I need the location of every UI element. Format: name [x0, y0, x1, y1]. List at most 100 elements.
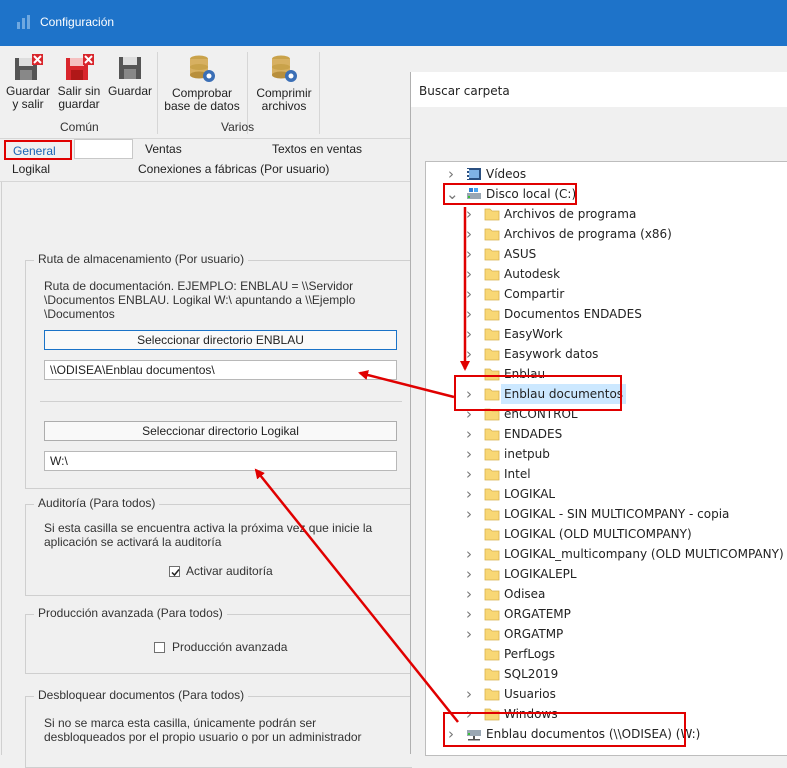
- chevron-right-icon: [464, 664, 474, 684]
- audit-checkbox[interactable]: [169, 566, 180, 577]
- chevron-right-icon[interactable]: ›: [464, 264, 474, 284]
- tree-item[interactable]: › Archivos de programa (x86): [426, 224, 787, 244]
- tree-item-label: inetpub: [504, 447, 550, 461]
- tree-item[interactable]: › Easywork datos: [426, 344, 787, 364]
- chevron-right-icon[interactable]: ›: [464, 224, 474, 244]
- production-checkbox[interactable]: [154, 642, 165, 653]
- chevron-right-icon[interactable]: ›: [464, 284, 474, 304]
- storage-description-line: \Documentos ENBLAU. Logikal W:\ apuntand…: [44, 293, 356, 307]
- tree-item-label: ORGATEMP: [504, 607, 571, 621]
- storage-group: Ruta de almacenamiento (Por usuario) Rut…: [25, 252, 412, 489]
- audit-checkbox-label[interactable]: Activar auditoría: [186, 564, 273, 578]
- folder-icon: [484, 247, 500, 261]
- save-exit-icon: [15, 54, 43, 80]
- unlock-description-line: Si no se marca esta casilla, únicamente …: [44, 716, 317, 730]
- chevron-right-icon[interactable]: ›: [464, 584, 474, 604]
- ribbon-separator: [157, 52, 158, 134]
- save-exit-button[interactable]: Guardar y salir: [4, 54, 52, 111]
- tree-item[interactable]: › LOGIKALEPL: [426, 564, 787, 584]
- tree-item-label: Archivos de programa: [504, 207, 637, 221]
- folder-icon: [484, 567, 500, 581]
- folder-icon: [484, 207, 500, 221]
- tree-item[interactable]: › Compartir: [426, 284, 787, 304]
- settings-tabs: General Ventas Textos en ventas Logikal …: [0, 139, 410, 181]
- tree-item[interactable]: › LOGIKAL - SIN MULTICOMPANY - copia: [426, 504, 787, 524]
- chevron-right-icon[interactable]: ›: [464, 604, 474, 624]
- tree-item[interactable]: › Odisea: [426, 584, 787, 604]
- chevron-right-icon[interactable]: ›: [464, 464, 474, 484]
- chevron-right-icon[interactable]: ›: [464, 424, 474, 444]
- tree-item[interactable]: › ORGATMP: [426, 624, 787, 644]
- tree-item-label: ORGATMP: [504, 627, 564, 641]
- tree-item[interactable]: › Archivos de programa: [426, 204, 787, 224]
- tab-conexiones[interactable]: Conexiones a fábricas (Por usuario): [138, 162, 329, 176]
- exit-no-save-button[interactable]: Salir sin guardar: [54, 54, 104, 111]
- group-label-varios: Varios: [221, 120, 255, 134]
- tree-item[interactable]: › LOGIKAL_multicompany (OLD MULTICOMPANY): [426, 544, 787, 564]
- audit-legend: Auditoría (Para todos): [34, 496, 160, 510]
- production-group: Producción avanzada (Para todos) Producc…: [25, 606, 412, 674]
- chevron-right-icon[interactable]: ›: [464, 344, 474, 364]
- folder-icon: [484, 307, 500, 321]
- chevron-right-icon[interactable]: ›: [464, 624, 474, 644]
- save-label: Guardar: [107, 84, 153, 98]
- app-icon: [17, 15, 30, 29]
- chevron-right-icon[interactable]: ›: [464, 504, 474, 524]
- tree-item[interactable]: › Vídeos: [426, 164, 787, 184]
- annotation-box-enblau-documentos: [454, 375, 622, 411]
- chevron-right-icon[interactable]: ›: [446, 164, 456, 184]
- ribbon-separator: [319, 52, 320, 134]
- tree-item[interactable]: › ORGATEMP: [426, 604, 787, 624]
- chevron-right-icon[interactable]: ›: [464, 564, 474, 584]
- folder-icon: [484, 547, 500, 561]
- tree-item-label: Archivos de programa (x86): [504, 227, 672, 241]
- tree-item[interactable]: LOGIKAL (OLD MULTICOMPANY): [426, 524, 787, 544]
- tree-item[interactable]: › Autodesk: [426, 264, 787, 284]
- tree-item[interactable]: PerfLogs: [426, 644, 787, 664]
- enblau-path-field[interactable]: \\ODISEA\Enblau documentos\: [44, 360, 397, 380]
- tab-logikal[interactable]: Logikal: [12, 162, 50, 176]
- select-enblau-directory-button[interactable]: Seleccionar directorio ENBLAU: [44, 330, 397, 350]
- content-panel: Ruta de almacenamiento (Por usuario) Rut…: [1, 182, 412, 768]
- folder-tree[interactable]: › Vídeos ⌄ Disco local (C:) › Archivos de pro…: [425, 161, 787, 756]
- tab-general[interactable]: General: [4, 140, 72, 160]
- tree-item[interactable]: › ENDADES: [426, 424, 787, 444]
- tree-item-label: Easywork datos: [504, 347, 599, 361]
- storage-description-line: \Documentos: [44, 307, 115, 321]
- production-checkbox-label[interactable]: Producción avanzada: [172, 640, 287, 654]
- select-logikal-directory-button[interactable]: Seleccionar directorio Logikal: [44, 421, 397, 441]
- save-exit-label: Guardar y salir: [5, 84, 51, 111]
- audit-description-line: aplicación se activará la auditoría: [44, 535, 222, 549]
- tree-item[interactable]: › LOGIKAL: [426, 484, 787, 504]
- database-check-icon: [190, 55, 215, 82]
- logikal-path-field[interactable]: W:\: [44, 451, 397, 471]
- tree-item[interactable]: › Documentos ENDADES: [426, 304, 787, 324]
- tree-item-label: Odisea: [504, 587, 546, 601]
- chevron-right-icon[interactable]: ›: [464, 204, 474, 224]
- check-database-button[interactable]: Comprobar base de datos: [160, 54, 244, 113]
- compress-files-button[interactable]: Comprimir archivos: [251, 54, 317, 113]
- tree-item[interactable]: › Intel: [426, 464, 787, 484]
- tree-item[interactable]: SQL2019: [426, 664, 787, 684]
- tree-item-label: LOGIKAL - SIN MULTICOMPANY - copia: [504, 507, 730, 521]
- videos-folder-icon: [466, 167, 482, 181]
- chevron-right-icon[interactable]: ›: [464, 324, 474, 344]
- tree-item[interactable]: › inetpub: [426, 444, 787, 464]
- chevron-right-icon[interactable]: ›: [464, 304, 474, 324]
- chevron-right-icon[interactable]: ›: [464, 484, 474, 504]
- tree-item-label: Compartir: [504, 287, 565, 301]
- chevron-right-icon[interactable]: ›: [464, 684, 474, 704]
- chevron-right-icon[interactable]: ›: [464, 444, 474, 464]
- exit-no-save-label: Salir sin guardar: [57, 84, 101, 111]
- chevron-right-icon[interactable]: ›: [464, 244, 474, 264]
- tree-item[interactable]: › EasyWork: [426, 324, 787, 344]
- tree-item[interactable]: › ASUS: [426, 244, 787, 264]
- folder-icon: [484, 347, 500, 361]
- tree-item[interactable]: › Usuarios: [426, 684, 787, 704]
- save-button[interactable]: Guardar: [106, 54, 154, 98]
- tab-ventas[interactable]: Ventas: [145, 142, 182, 156]
- folder-icon: [484, 227, 500, 241]
- folder-icon: [484, 327, 500, 341]
- tab-textos-en-ventas[interactable]: Textos en ventas: [272, 142, 362, 156]
- chevron-right-icon[interactable]: ›: [464, 544, 474, 564]
